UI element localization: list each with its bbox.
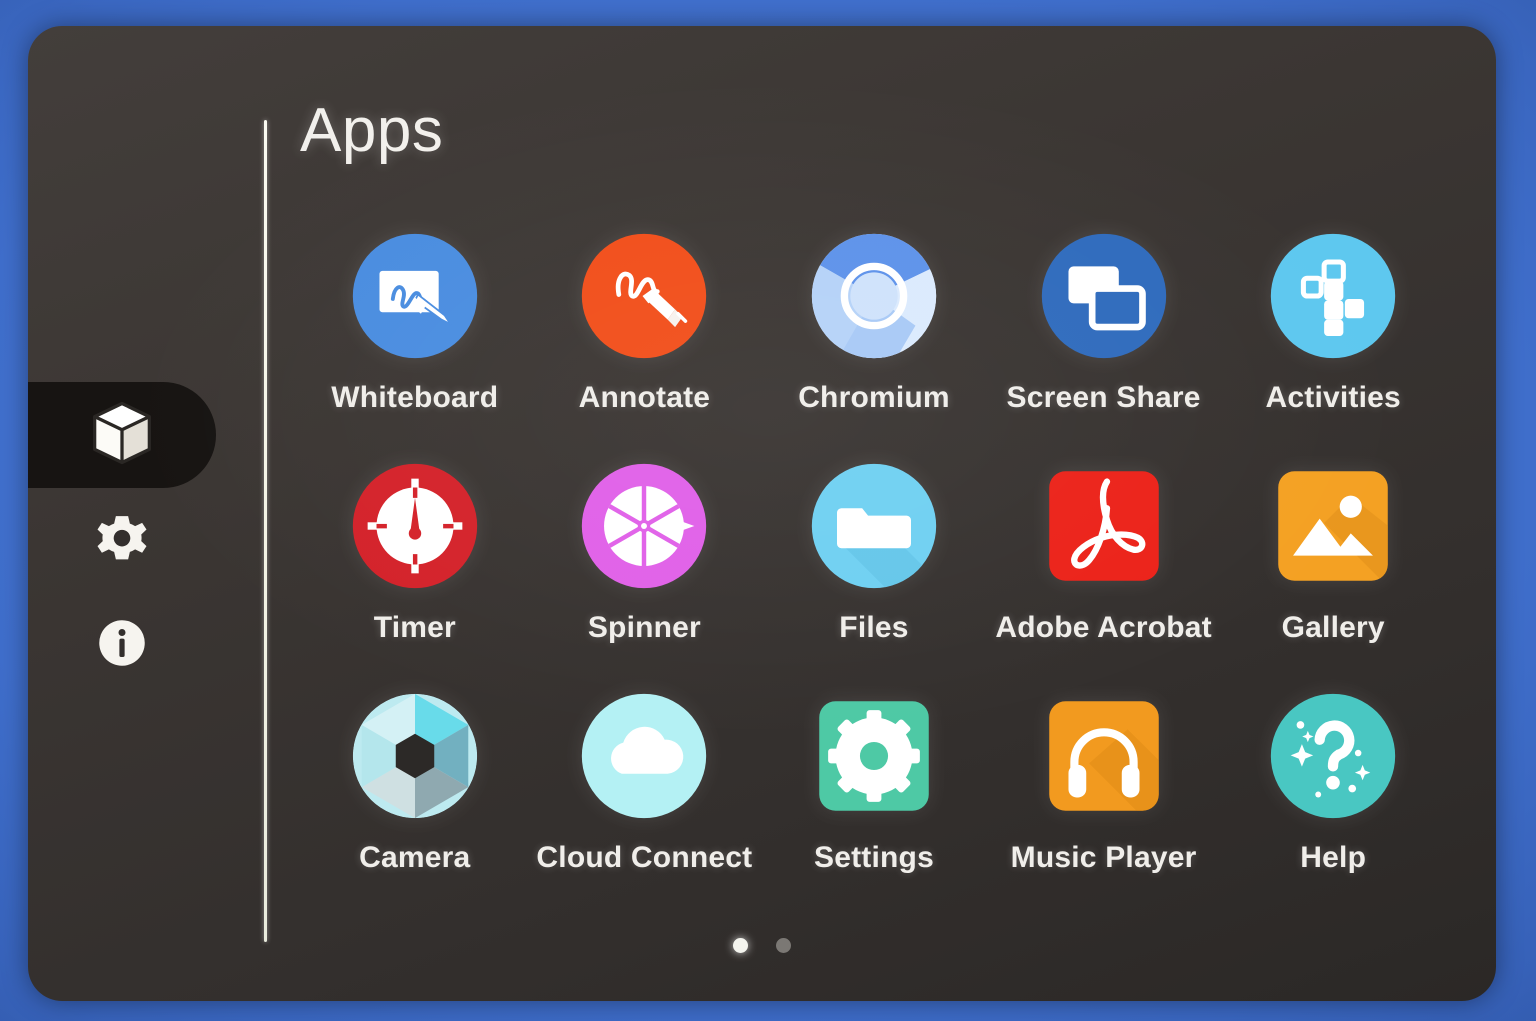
app-label: Music Player <box>1010 841 1197 874</box>
app-label: Activities <box>1265 381 1401 414</box>
launcher-panel: Apps Whiteboard Annotate Chromium Screen… <box>28 26 1496 1001</box>
app-tile-settings[interactable]: Settings <box>759 682 989 912</box>
chromium-icon <box>800 222 948 370</box>
app-tile-annotate[interactable]: Annotate <box>530 222 760 452</box>
app-tile-activities[interactable]: Activities <box>1218 222 1448 452</box>
sidebar <box>28 26 216 1001</box>
app-label: Settings <box>814 841 934 874</box>
app-label: Whiteboard <box>331 381 499 414</box>
whiteboard-icon <box>341 222 489 370</box>
cloud-connect-icon <box>570 682 718 830</box>
app-label: Help <box>1300 841 1367 874</box>
app-tile-camera[interactable]: Camera <box>300 682 530 912</box>
help-icon <box>1259 682 1407 830</box>
cube-icon <box>87 398 157 473</box>
device-screen: Apps Whiteboard Annotate Chromium Screen… <box>0 0 1536 1021</box>
page-title: Apps <box>300 96 444 165</box>
music-player-icon <box>1030 682 1178 830</box>
timer-icon <box>341 452 489 600</box>
gallery-icon <box>1259 452 1407 600</box>
page-dot-2[interactable] <box>776 938 791 953</box>
app-label: Timer <box>373 611 456 644</box>
info-icon <box>94 615 150 676</box>
screen-share-icon <box>1030 222 1178 370</box>
app-label: Spinner <box>587 611 701 644</box>
app-tile-music-player[interactable]: Music Player <box>989 682 1219 912</box>
sidebar-item-apps[interactable] <box>28 382 216 488</box>
app-tile-timer[interactable]: Timer <box>300 452 530 682</box>
page-indicator <box>28 938 1496 953</box>
app-label: Annotate <box>578 381 711 414</box>
settings-gear-icon <box>800 682 948 830</box>
app-tile-help[interactable]: Help <box>1218 682 1448 912</box>
adobe-acrobat-icon <box>1030 452 1178 600</box>
app-tile-spinner[interactable]: Spinner <box>530 452 760 682</box>
app-label: Camera <box>359 841 471 874</box>
app-tile-adobe-acrobat[interactable]: Adobe Acrobat <box>989 452 1219 682</box>
app-tile-gallery[interactable]: Gallery <box>1218 452 1448 682</box>
app-tile-whiteboard[interactable]: Whiteboard <box>300 222 530 452</box>
activities-icon <box>1259 222 1407 370</box>
app-tile-chromium[interactable]: Chromium <box>759 222 989 452</box>
app-label: Screen Share <box>1006 381 1201 414</box>
camera-icon <box>341 682 489 830</box>
gear-icon <box>94 511 150 572</box>
app-grid: Whiteboard Annotate Chromium Screen Shar… <box>300 222 1448 912</box>
sidebar-item-settings[interactable] <box>28 488 216 594</box>
annotate-icon <box>570 222 718 370</box>
app-label: Gallery <box>1281 611 1385 644</box>
app-label: Chromium <box>798 381 950 414</box>
sidebar-item-info[interactable] <box>28 592 216 698</box>
app-tile-cloud-connect[interactable]: Cloud Connect <box>530 682 760 912</box>
spinner-icon <box>570 452 718 600</box>
app-label: Cloud Connect <box>536 841 753 874</box>
app-tile-screen-share[interactable]: Screen Share <box>989 222 1219 452</box>
app-tile-files[interactable]: Files <box>759 452 989 682</box>
sidebar-divider <box>264 120 267 942</box>
app-label: Adobe Acrobat <box>995 611 1212 644</box>
page-dot-1[interactable] <box>733 938 748 953</box>
files-icon <box>800 452 948 600</box>
app-label: Files <box>839 611 909 644</box>
